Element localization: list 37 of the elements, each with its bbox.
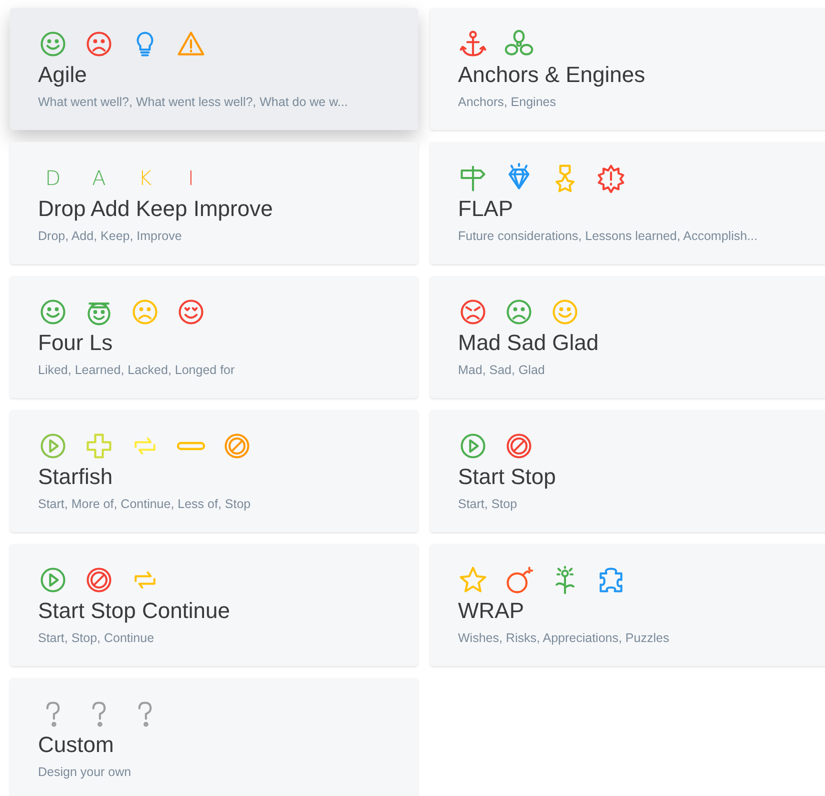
letter-icon: A: [84, 166, 114, 190]
column-list: Anchors, Engines: [458, 95, 825, 109]
card-title: Drop Add Keep Improve: [38, 196, 274, 222]
column-list: What went well?, What went less well?, What do we w...: [38, 95, 408, 109]
template-card[interactable]: Start Stop Start, Stop: [430, 410, 825, 532]
card-title: FLAP: [458, 196, 514, 222]
column-list: Start, More of, Continue, Less of, Stop: [38, 497, 408, 511]
column-list: Design your own: [38, 765, 408, 779]
template-card[interactable]: Mad Sad Glad Mad, Sad, Glad: [430, 276, 825, 398]
card-title: Agile: [38, 62, 88, 88]
column-list: Liked, Learned, Lacked, Longed for: [38, 363, 408, 377]
template-card[interactable]: D A K I Drop Add Keep Improve Drop, Add, Keep, Improve: [10, 142, 418, 264]
card-title: Custom: [38, 732, 115, 758]
column-list: Drop, Add, Keep, Improve: [38, 229, 408, 243]
letter-icon: D: [38, 166, 68, 190]
card-title: WRAP: [458, 598, 525, 624]
column-list: Mad, Sad, Glad: [458, 363, 825, 377]
letter-icon: K: [130, 166, 160, 190]
template-card[interactable]: WRAP Wishes, Risks, Appreciations, Puzzles: [430, 544, 825, 666]
column-list: Wishes, Risks, Appreciations, Puzzles: [458, 631, 825, 645]
card-title: Start Stop Continue: [38, 598, 232, 624]
column-list: Start, Stop, Continue: [38, 631, 408, 645]
template-card[interactable]: Custom Design your own: [10, 678, 418, 796]
template-card[interactable]: FLAP Future considerations, Lessons learned, Accomplish...: [430, 142, 825, 264]
template-card[interactable]: Agile What went well?, What went less well?, What do we w...: [10, 8, 418, 130]
card-title: Start Stop: [458, 464, 557, 490]
column-list: Start, Stop: [458, 497, 825, 511]
card-title: Four Ls: [38, 330, 114, 356]
template-card[interactable]: Starfish Start, More of, Continue, Less of, Stop: [10, 410, 418, 532]
card-title: Anchors & Engines: [458, 62, 646, 88]
column-list: Future considerations, Lessons learned, Accomplish...: [458, 229, 825, 243]
card-title: Mad Sad Glad: [458, 330, 600, 356]
template-card[interactable]: Start Stop Continue Start, Stop, Continue: [10, 544, 418, 666]
template-card[interactable]: Anchors & Engines Anchors, Engines: [430, 8, 825, 130]
card-title: Starfish: [38, 464, 114, 490]
template-card[interactable]: Four Ls Liked, Learned, Lacked, Longed for: [10, 276, 418, 398]
letter-icon: I: [176, 166, 206, 190]
